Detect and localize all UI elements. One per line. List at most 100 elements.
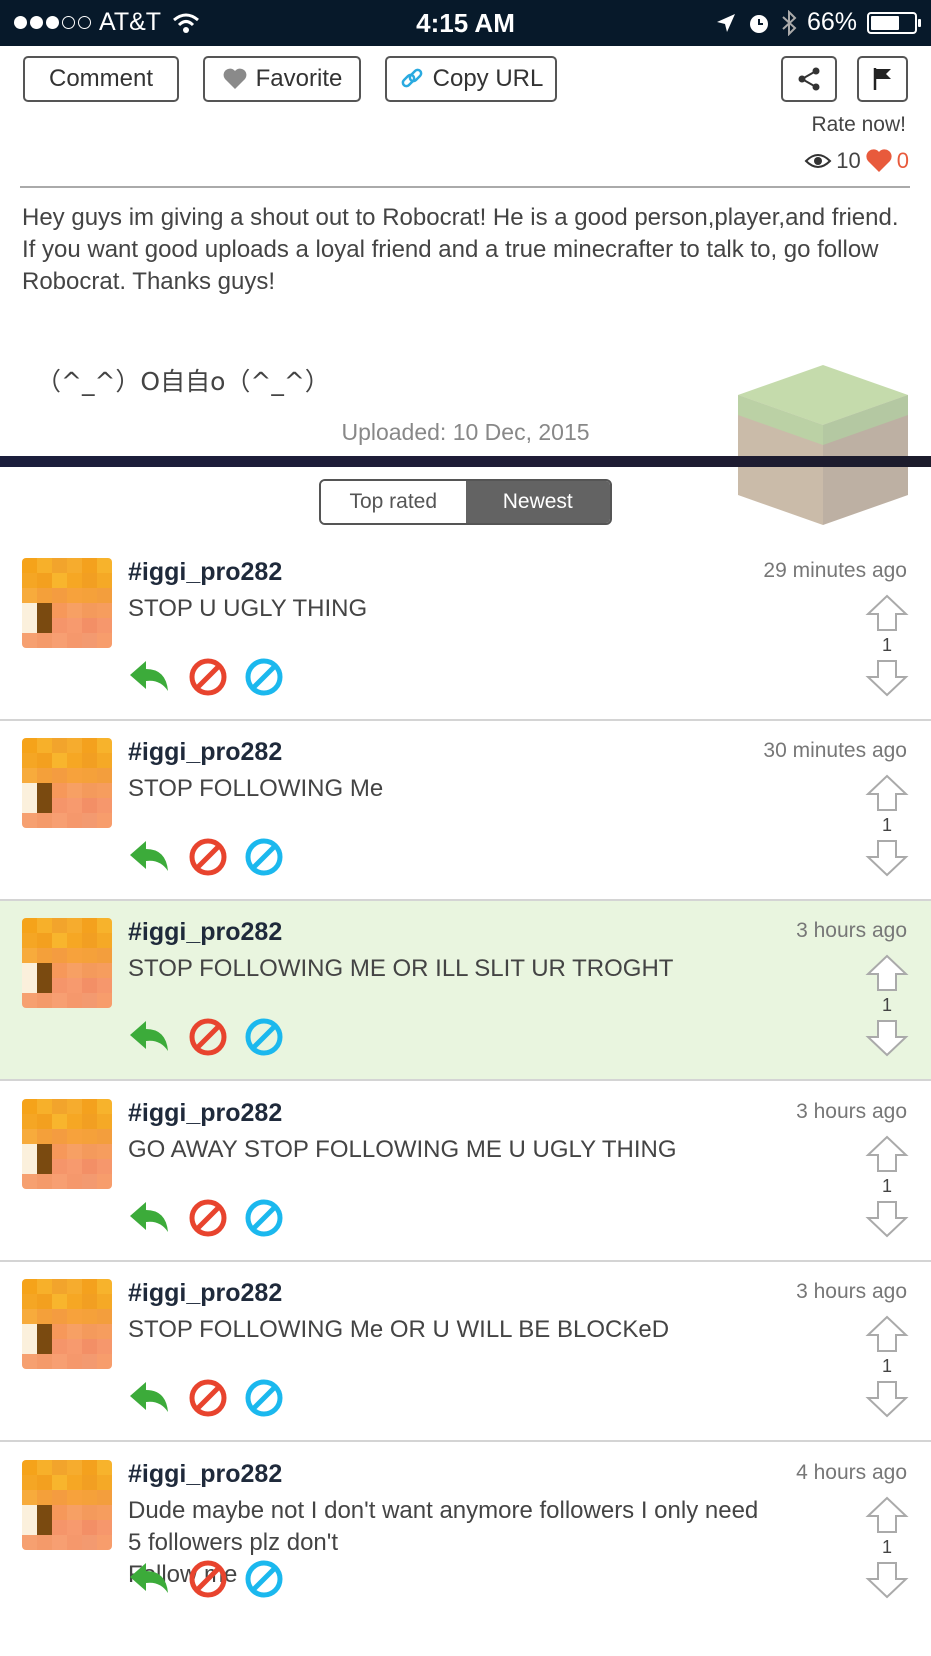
upvote-arrow-icon[interactable] xyxy=(865,593,909,633)
favorite-button[interactable]: Favorite xyxy=(203,56,361,102)
user-avatar[interactable] xyxy=(22,1099,112,1189)
comment-username[interactable]: #iggi_pro282 xyxy=(128,1099,282,1128)
downvote-arrow-icon[interactable] xyxy=(865,1560,909,1600)
link-icon xyxy=(401,68,423,88)
report-button[interactable] xyxy=(857,56,908,102)
like-heart-icon[interactable] xyxy=(865,148,893,174)
comment-timestamp: 29 minutes ago xyxy=(763,559,907,582)
vote-control: 1 xyxy=(865,773,909,878)
section-separator xyxy=(0,456,931,467)
status-right: 66% xyxy=(715,8,921,37)
reply-icon[interactable] xyxy=(128,1198,172,1238)
upvote-arrow-icon[interactable] xyxy=(865,1134,909,1174)
vote-count: 1 xyxy=(881,635,892,655)
comment-actions xyxy=(128,1559,284,1599)
downvote-arrow-icon[interactable] xyxy=(865,658,909,698)
ignore-icon[interactable] xyxy=(244,1017,284,1057)
vote-control: 1 xyxy=(865,953,909,1058)
comment-item: #iggi_pro282 Dude maybe not I don't want … xyxy=(0,1443,931,1623)
upvote-arrow-icon[interactable] xyxy=(865,1314,909,1354)
view-count: 10 xyxy=(836,148,861,173)
block-icon[interactable] xyxy=(188,1017,228,1057)
comment-username[interactable]: #iggi_pro282 xyxy=(128,558,282,587)
comment-timestamp: 3 hours ago xyxy=(796,1280,907,1303)
comment-actions xyxy=(128,1198,284,1238)
user-avatar[interactable] xyxy=(22,1460,112,1550)
comment-item: #iggi_pro282 STOP U UGLY THING 29 minutes … xyxy=(0,541,931,721)
downvote-arrow-icon[interactable] xyxy=(865,838,909,878)
downvote-arrow-icon[interactable] xyxy=(865,1379,909,1419)
block-icon[interactable] xyxy=(188,837,228,877)
ignore-icon[interactable] xyxy=(244,1559,284,1599)
user-avatar[interactable] xyxy=(22,738,112,828)
vote-count: 1 xyxy=(881,1176,892,1196)
downvote-arrow-icon[interactable] xyxy=(865,1199,909,1239)
reply-icon[interactable] xyxy=(128,1559,172,1599)
upvote-arrow-icon[interactable] xyxy=(865,953,909,993)
upvote-arrow-icon[interactable] xyxy=(865,1495,909,1535)
divider xyxy=(20,186,910,188)
comment-text: STOP U UGLY THING xyxy=(128,595,368,622)
comment-actions xyxy=(128,1017,284,1057)
comment-timestamp: 30 minutes ago xyxy=(763,739,907,762)
reply-icon[interactable] xyxy=(128,1017,172,1057)
reply-icon[interactable] xyxy=(128,657,172,697)
ignore-icon[interactable] xyxy=(244,1378,284,1418)
favorite-button-label: Favorite xyxy=(255,65,343,92)
vote-control: 1 xyxy=(865,1134,909,1239)
comment-item: #iggi_pro282 STOP FOLLOWING Me 30 minutes … xyxy=(0,721,931,901)
vote-control: 1 xyxy=(865,1314,909,1419)
rate-now-link[interactable]: Rate now! xyxy=(811,113,906,137)
reply-icon[interactable] xyxy=(128,1378,172,1418)
heart-icon xyxy=(223,68,247,89)
comment-actions xyxy=(128,657,284,697)
comment-username[interactable]: #iggi_pro282 xyxy=(128,918,282,947)
share-icon xyxy=(798,67,820,91)
comment-actions xyxy=(128,1378,284,1418)
reply-icon[interactable] xyxy=(128,837,172,877)
copy-url-button-label: Copy URL xyxy=(432,65,544,92)
block-icon[interactable] xyxy=(188,1378,228,1418)
comment-item: #iggi_pro282 STOP FOLLOWING Me OR U WILL … xyxy=(0,1262,931,1442)
copy-url-button[interactable]: Copy URL xyxy=(385,56,557,102)
share-button[interactable] xyxy=(781,56,837,102)
user-avatar[interactable] xyxy=(22,918,112,1008)
vote-count: 1 xyxy=(881,995,892,1015)
comment-text: STOP FOLLOWING ME OR ILL SLIT UR TROGHT xyxy=(128,955,674,982)
like-count: 0 xyxy=(896,148,909,173)
tab-top-rated[interactable]: Top rated xyxy=(321,481,466,523)
flag-icon xyxy=(873,68,891,90)
comment-item: #iggi_pro282 GO AWAY STOP FOLLOWING ME U … xyxy=(0,1082,931,1262)
downvote-arrow-icon[interactable] xyxy=(865,1018,909,1058)
sort-segmented-control: Top rated Newest xyxy=(319,479,612,525)
vote-control: 1 xyxy=(865,1495,909,1600)
ignore-icon[interactable] xyxy=(244,837,284,877)
tab-newest[interactable]: Newest xyxy=(465,481,610,523)
alarm-icon xyxy=(749,14,768,33)
comment-timestamp: 3 hours ago xyxy=(796,919,907,942)
comment-text: STOP FOLLOWING Me xyxy=(128,775,384,802)
comment-username[interactable]: #iggi_pro282 xyxy=(128,1279,282,1308)
comment-timestamp: 3 hours ago xyxy=(796,1100,907,1123)
post-description: Hey guys im giving a shout out to Robocr… xyxy=(22,204,899,295)
upload-date: Uploaded: 10 Dec, 2015 xyxy=(341,419,590,445)
ignore-icon[interactable] xyxy=(244,1198,284,1238)
comment-text: STOP FOLLOWING Me OR U WILL BE BLOCKeD xyxy=(128,1316,670,1343)
user-avatar[interactable] xyxy=(22,1279,112,1369)
upvote-arrow-icon[interactable] xyxy=(865,773,909,813)
comment-button[interactable]: Comment xyxy=(23,56,179,102)
comment-actions xyxy=(128,837,284,877)
vote-control: 1 xyxy=(865,593,909,698)
user-avatar[interactable] xyxy=(22,558,112,648)
comment-username[interactable]: #iggi_pro282 xyxy=(128,1460,282,1489)
comment-username[interactable]: #iggi_pro282 xyxy=(128,738,282,767)
block-icon[interactable] xyxy=(188,657,228,697)
block-icon[interactable] xyxy=(188,1559,228,1599)
status-bar: AT&T 4:15 AM 66% xyxy=(0,0,931,46)
battery-percent: 66% xyxy=(806,8,857,36)
location-arrow-icon xyxy=(716,13,735,32)
battery-icon xyxy=(867,11,921,34)
vote-count: 1 xyxy=(881,1356,892,1376)
block-icon[interactable] xyxy=(188,1198,228,1238)
ignore-icon[interactable] xyxy=(244,657,284,697)
